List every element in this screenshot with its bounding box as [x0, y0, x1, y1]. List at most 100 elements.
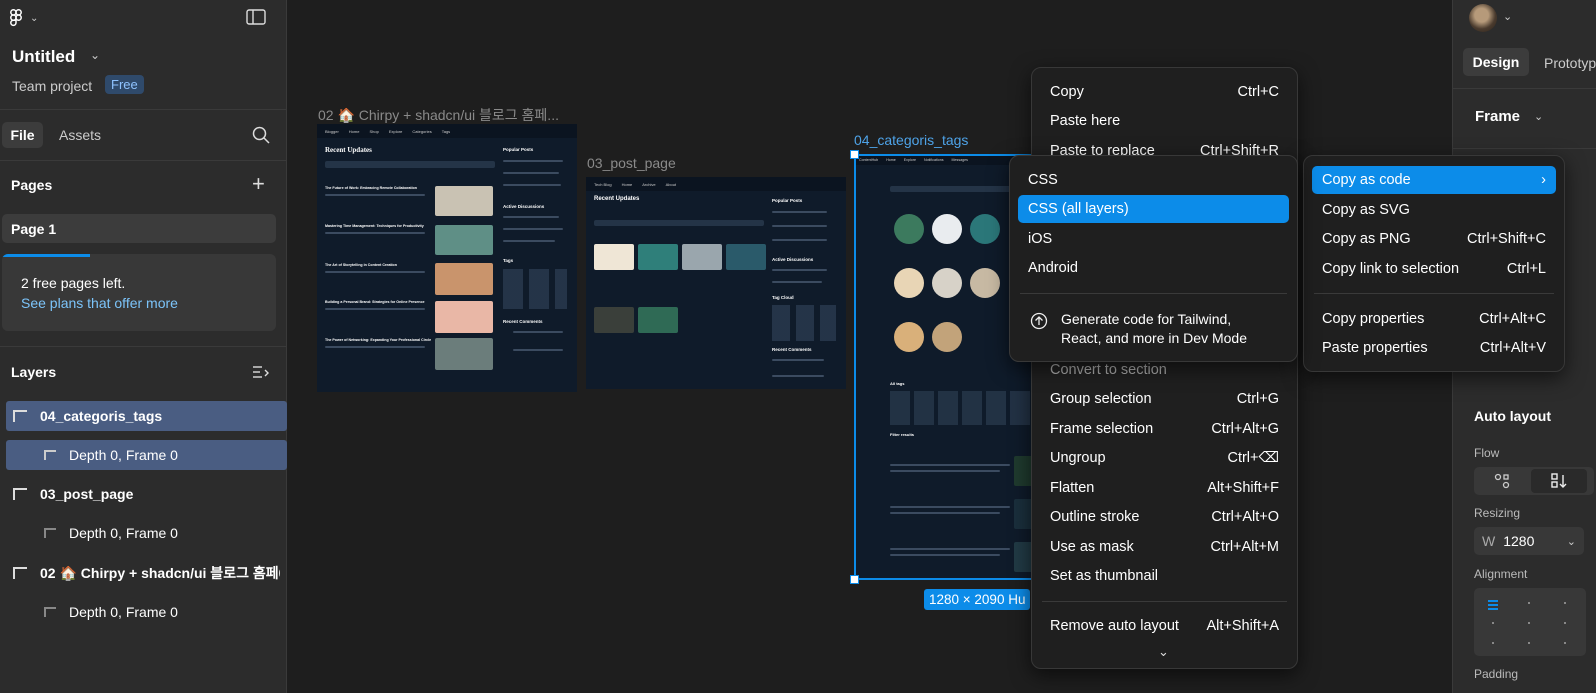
selection-handle[interactable] [850, 575, 859, 584]
page-item-label: Page 1 [11, 221, 57, 237]
layer-item[interactable]: 03_post_page [6, 479, 287, 509]
tab-file[interactable]: File [2, 122, 43, 148]
post-thumbnail [638, 307, 678, 333]
post-thumbnail [435, 338, 493, 370]
layer-label: Depth 0, Frame 0 [69, 525, 178, 541]
chevron-down-icon[interactable]: ⌄ [1567, 535, 1576, 548]
menu-item-flatten[interactable]: Flatten Alt+Shift+F [1040, 474, 1289, 502]
collapse-layers-button[interactable] [252, 364, 270, 380]
frame-label[interactable]: 04_categoris_tags [854, 132, 968, 148]
menu-item-use-as-mask[interactable]: Use as mask Ctrl+Alt+M [1040, 533, 1289, 561]
figma-logo-icon [10, 9, 22, 27]
menu-item-copy-as-code[interactable]: Copy as code › [1312, 166, 1556, 194]
menu-item-copy[interactable]: Copy Ctrl+C [1040, 78, 1289, 106]
menu-item-ungroup[interactable]: Ungroup Ctrl+⌫ [1040, 444, 1289, 472]
alignment-grid[interactable] [1474, 588, 1586, 656]
menu-item-paste-here[interactable]: Paste here [1040, 107, 1289, 135]
header-item: Home [348, 128, 360, 134]
tab-prototype[interactable]: Prototyp [1544, 55, 1596, 71]
menu-item-css[interactable]: CSS [1018, 166, 1289, 194]
free-pages-card: 2 free pages left. See plans that offer … [2, 254, 276, 331]
frame-02-home[interactable]: Blogger Home Shop Explore Categories Tag… [317, 124, 577, 392]
layer-item[interactable]: 02 🏠 Chirpy + shadcn/ui 블로그 홈페0 [6, 558, 287, 588]
frame-tags [503, 269, 567, 309]
header-item: Archive [642, 181, 656, 187]
layer-item[interactable]: Depth 0, Frame 0 [6, 440, 287, 470]
flow-vertical-button[interactable] [1531, 469, 1587, 493]
padding-label: Padding [1474, 667, 1519, 681]
menu-item-remove-auto-layout[interactable]: Remove auto layout Alt+Shift+A [1040, 612, 1289, 640]
menu-item-ios[interactable]: iOS [1018, 225, 1289, 253]
flow-label: Flow [1474, 446, 1500, 460]
frame-03-post-page[interactable]: Tech Blog Home Archive About Recent Upda… [586, 177, 846, 389]
menu-item-outline-stroke[interactable]: Outline stroke Ctrl+Alt+O [1040, 503, 1289, 531]
frame-side-section: Active Discussions [772, 257, 814, 262]
menu-item-set-as-thumbnail[interactable]: Set as thumbnail [1040, 562, 1289, 590]
post-title: The Future of Work: Embracing Remote Col… [325, 186, 417, 190]
header-item: Explore [388, 128, 403, 134]
menu-item-copy-properties[interactable]: Copy properties Ctrl+Alt+C [1312, 305, 1556, 333]
width-value[interactable]: 1280 [1503, 533, 1534, 549]
frame-label[interactable]: 03_post_page [587, 155, 676, 171]
width-field[interactable]: W 1280 ⌄ [1474, 527, 1584, 555]
frame-header: Blogger Home Shop Explore Categories Tag… [317, 124, 577, 138]
toggle-sidebar-button[interactable] [246, 9, 266, 25]
layer-label: Depth 0, Frame 0 [69, 447, 178, 463]
post-thumbnail [435, 263, 493, 295]
see-plans-link[interactable]: See plans that offer more [21, 295, 178, 311]
menu-item-css-all-layers[interactable]: CSS (all layers) [1018, 195, 1289, 223]
team-label[interactable]: Team project [12, 78, 92, 94]
copy-submenu: Copy as code › Copy as SVG Copy as PNG Ctr… [1303, 155, 1565, 372]
post-thumbnail [726, 244, 766, 270]
post-title: Mastering Time Management: Techniques fo… [325, 224, 424, 228]
arrow-down-icon [1551, 473, 1567, 488]
post-title: Building a Personal Brand: Strategies fo… [325, 300, 425, 304]
post-thumbnail [435, 301, 493, 333]
menu-item-copy-as-png[interactable]: Copy as PNG Ctrl+Shift+C [1312, 225, 1556, 253]
add-page-button[interactable]: + [252, 173, 265, 195]
tab-assets[interactable]: Assets [59, 127, 101, 143]
left-panel: ⌄ Untitled ⌄ Team project Free File Asse… [0, 0, 287, 693]
frame-tags [772, 305, 836, 341]
auto-layout-frame-icon [44, 528, 56, 538]
file-title[interactable]: Untitled [12, 47, 75, 67]
free-pages-progress [2, 254, 90, 257]
plan-badge[interactable]: Free [105, 75, 144, 94]
post-title: The Power of Networking: Expanding Your … [325, 338, 432, 342]
layer-item[interactable]: Depth 0, Frame 0 [6, 518, 287, 548]
menu-item-frame-selection[interactable]: Frame selection Ctrl+Alt+G [1040, 415, 1289, 443]
layers-heading: Layers [11, 364, 57, 380]
chevron-down-icon[interactable]: ⌄ [90, 48, 100, 62]
arrow-up-circle-icon [1030, 312, 1048, 330]
frame-type-dropdown[interactable]: Frame [1475, 108, 1520, 125]
chevron-down-icon[interactable]: ⌄ [1534, 110, 1543, 123]
page-item[interactable]: Page 1 [2, 214, 276, 243]
chevron-down-icon[interactable]: ⌄ [1503, 10, 1512, 23]
main-menu-button[interactable]: ⌄ [10, 8, 48, 28]
frame-header: Tech Blog Home Archive About [586, 177, 846, 191]
layer-item[interactable]: 04_categoris_tags [6, 401, 287, 431]
menu-item-copy-link[interactable]: Copy link to selection Ctrl+L [1312, 255, 1556, 283]
layer-item[interactable]: Depth 0, Frame 0 [6, 597, 287, 627]
avatar[interactable] [1469, 4, 1497, 32]
auto-layout-frame-icon [13, 567, 27, 579]
post-thumbnail [594, 244, 634, 270]
menu-item-group-selection[interactable]: Group selection Ctrl+G [1040, 385, 1289, 413]
menu-item-copy-as-svg[interactable]: Copy as SVG [1312, 196, 1556, 224]
tab-design[interactable]: Design [1463, 48, 1529, 76]
list-collapse-icon [253, 366, 269, 378]
post-thumbnail [435, 225, 493, 255]
search-button[interactable] [252, 126, 270, 144]
menu-item-paste-properties[interactable]: Paste properties Ctrl+Alt+V [1312, 334, 1556, 362]
menu-item-android[interactable]: Android [1018, 254, 1289, 282]
sidebar-icon [246, 9, 266, 25]
post-thumbnail [682, 244, 722, 270]
layer-label: 03_post_page [40, 486, 134, 502]
menu-item-dev-mode[interactable]: Generate code for Tailwind, React, and m… [1028, 309, 1288, 349]
frame-side-section: Tags [503, 258, 514, 263]
flow-freeform-button[interactable] [1476, 469, 1528, 493]
freeform-icon [1494, 473, 1510, 489]
scroll-down-icon[interactable]: ⌄ [1158, 644, 1169, 660]
frame-label[interactable]: 02 🏠 Chirpy + shadcn/ui 블로그 홈페... [318, 105, 559, 125]
selection-handle[interactable] [850, 150, 859, 159]
